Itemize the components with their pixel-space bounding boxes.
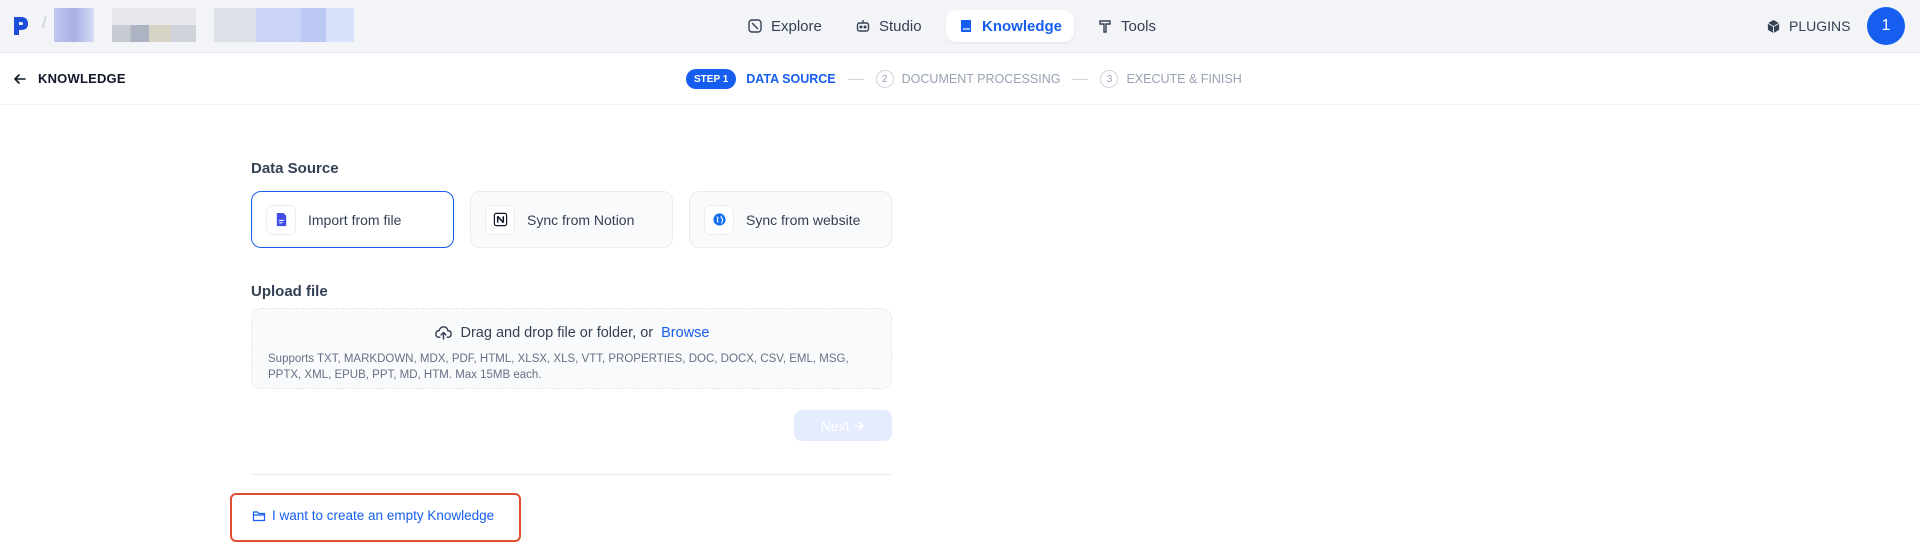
user-avatar[interactable]: 1 — [1867, 7, 1905, 45]
workspace-plan-blurred[interactable] — [214, 8, 354, 42]
step-1-badge: STEP 1 — [686, 69, 737, 89]
create-empty-knowledge-label: I want to create an empty Knowledge — [272, 508, 495, 523]
browse-link[interactable]: Browse — [661, 325, 709, 341]
back-to-knowledge-link[interactable]: KNOWLEDGE — [38, 71, 126, 86]
cube-icon — [1767, 19, 1780, 33]
file-dropzone[interactable]: Drag and drop file or folder, or Browse … — [251, 308, 892, 389]
cloud-upload-icon — [434, 326, 452, 340]
next-button-label: Next — [820, 417, 850, 434]
arrow-left-icon[interactable] — [12, 71, 28, 87]
source-sync-website[interactable]: Sync from website — [689, 191, 892, 248]
plugins-button[interactable]: PLUGINS — [1766, 10, 1850, 42]
upload-file-title: Upload file — [251, 283, 328, 300]
source-sync-notion[interactable]: Sync from Notion — [470, 191, 673, 248]
folder-icon — [252, 510, 266, 521]
step-connector — [847, 78, 864, 80]
step-3-number: 3 — [1100, 70, 1119, 88]
create-empty-knowledge-link[interactable]: I want to create an empty Knowledge — [252, 508, 494, 523]
workspace-avatar-blurred[interactable] — [54, 8, 94, 42]
nav-studio[interactable]: Studio — [843, 10, 934, 42]
supported-formats-text: Supports TXT, MARKDOWN, MDX, PDF, HTML, … — [268, 353, 849, 381]
plugins-label: PLUGINS — [1789, 18, 1851, 34]
arrow-right-icon — [854, 421, 865, 430]
book-icon — [961, 20, 971, 32]
source-import-file[interactable]: Import from file — [251, 191, 454, 248]
step-2-label: DOCUMENT PROCESSING — [901, 72, 1061, 86]
globe-icon — [712, 213, 726, 226]
nav-explore-label: Explore — [771, 17, 822, 35]
next-button[interactable]: Next — [794, 410, 892, 441]
source-import-file-label: Import from file — [308, 211, 402, 228]
nav-knowledge[interactable]: Knowledge — [946, 10, 1075, 42]
workspace-name-blurred[interactable] — [112, 8, 196, 42]
breadcrumb-separator: / — [42, 15, 47, 32]
robot-icon — [856, 20, 870, 32]
compass-icon — [748, 19, 762, 33]
step-2-number: 2 — [875, 70, 894, 88]
globe-icon-wrapper — [704, 204, 734, 235]
page-header: KNOWLEDGE STEP 1 DATA SOURCE 2 DOCUMENT … — [0, 53, 1920, 105]
dropzone-text: Drag and drop file or folder, or — [460, 324, 654, 341]
file-icon — [276, 212, 286, 227]
nav-studio-label: Studio — [879, 17, 922, 35]
file-icon-wrapper — [266, 204, 296, 235]
section-divider — [251, 474, 892, 475]
stepper: STEP 1 DATA SOURCE 2 DOCUMENT PROCESSING… — [686, 68, 1242, 90]
top-navigation-bar: / Explore Studio Knowledge Tools PLUGINS — [0, 0, 1920, 53]
nav-tools[interactable]: Tools — [1085, 10, 1168, 42]
notion-icon-wrapper — [485, 204, 515, 235]
nav-tools-label: Tools — [1121, 17, 1157, 35]
hammer-icon — [1099, 20, 1111, 33]
dropzone-prompt: Drag and drop file or folder, or Browse — [252, 323, 891, 342]
nav-explore[interactable]: Explore — [735, 10, 834, 42]
step-1-label: DATA SOURCE — [746, 72, 836, 86]
nav-knowledge-label: Knowledge — [982, 17, 1063, 35]
step-3-label: EXECUTE & FINISH — [1126, 72, 1242, 86]
step-connector — [1072, 78, 1089, 80]
app-logo-icon[interactable] — [12, 15, 30, 37]
data-source-title: Data Source — [251, 160, 339, 177]
source-sync-notion-label: Sync from Notion — [527, 211, 635, 228]
source-sync-website-label: Sync from website — [746, 211, 861, 228]
notion-icon — [493, 212, 507, 227]
